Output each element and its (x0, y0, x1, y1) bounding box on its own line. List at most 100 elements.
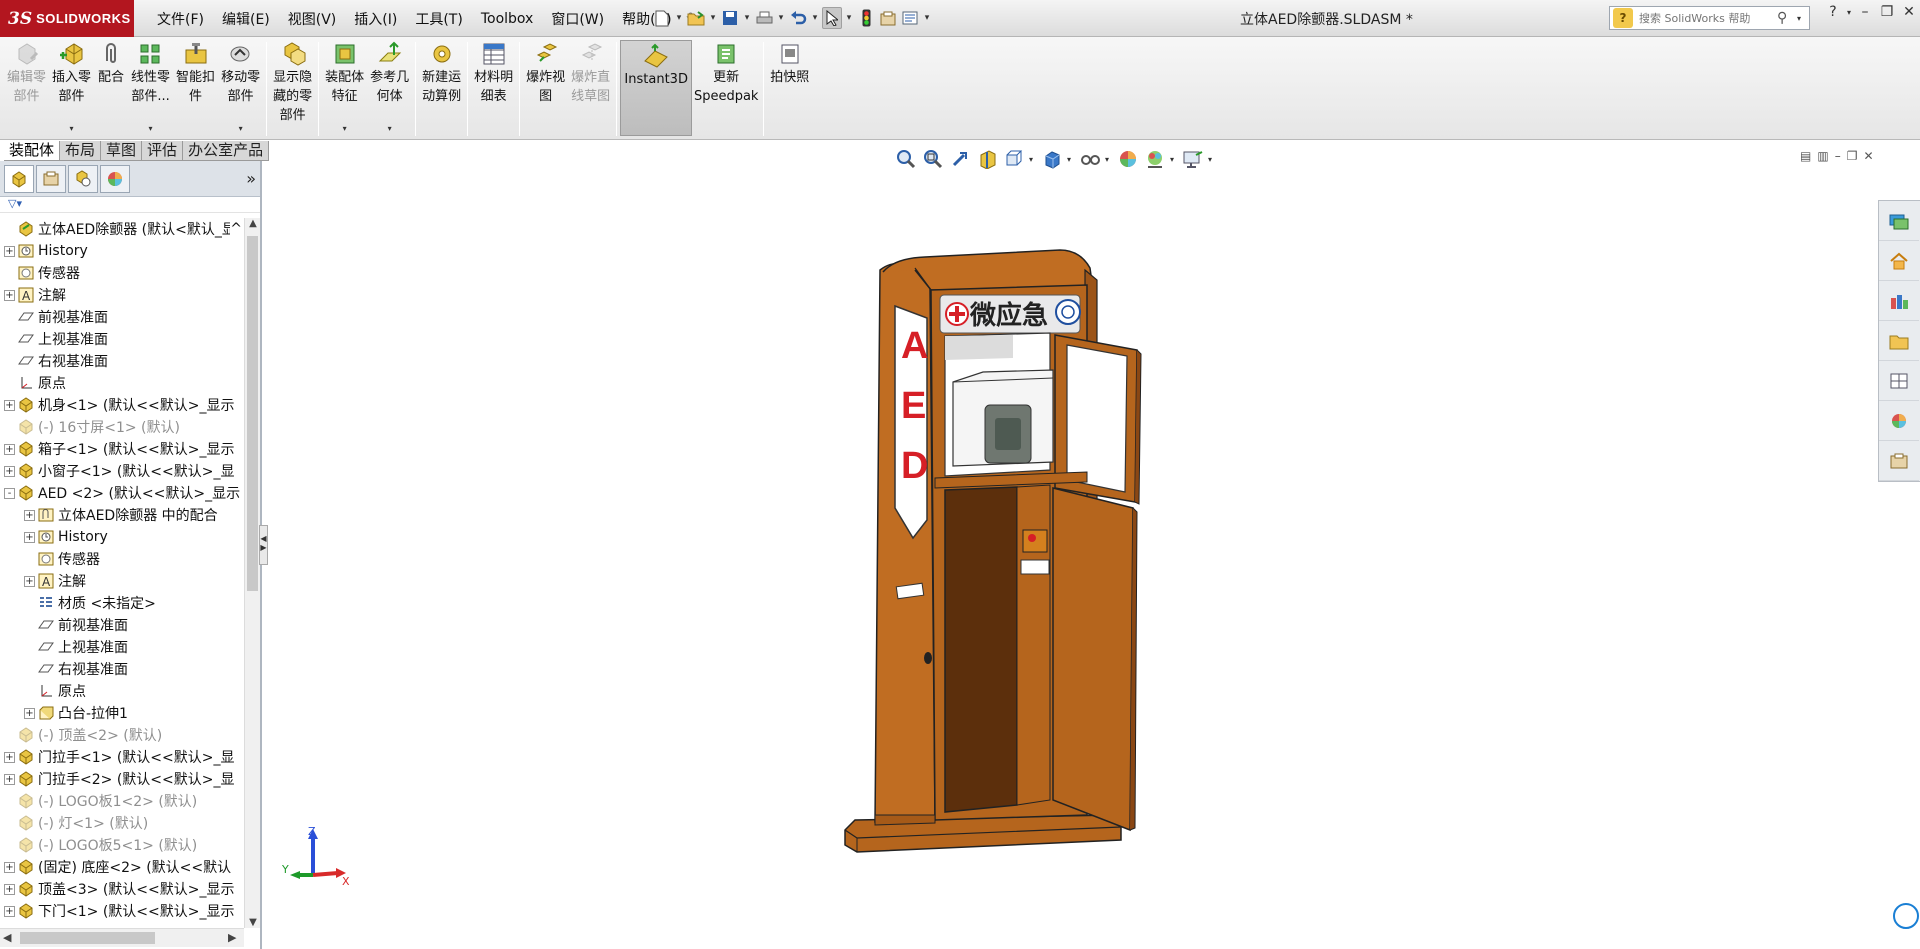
menu-insert[interactable]: 插入(I) (345, 9, 406, 29)
viewport-restore-icon[interactable]: ❐ (1847, 149, 1858, 163)
mate-button[interactable]: 配合 (94, 39, 128, 137)
smart-fasteners-button[interactable]: 智能扣 件 (173, 39, 218, 137)
previous-view-icon[interactable] (948, 147, 972, 171)
tree-node[interactable]: 材质 <未指定> (0, 592, 244, 614)
file-explorer-icon[interactable] (1879, 321, 1919, 361)
update-speedpak-button[interactable]: 更新 Speedpak (692, 39, 760, 137)
linear-pattern-dropdown-icon[interactable]: ▾ (149, 125, 153, 133)
help-search-box[interactable]: ? ⚲ ▾ (1609, 6, 1810, 30)
scroll-up-icon[interactable]: ▲ (245, 218, 261, 229)
move-component-button[interactable]: 移动零 部件 ▾ (218, 39, 263, 137)
tab-assembly[interactable]: 装配体 (4, 141, 61, 161)
tree-node[interactable]: 上视基准面 (0, 636, 244, 658)
tree-filter-icon[interactable]: ▽▾ (0, 197, 260, 213)
property-manager-tab-icon[interactable] (36, 164, 66, 193)
tree-node[interactable]: + 下门<1> (默认<<默认>_显示 (0, 900, 244, 922)
tree-node[interactable]: + History (0, 526, 244, 548)
new-dropdown-icon[interactable]: ▾ (674, 13, 684, 23)
scroll-down-icon[interactable]: ▼ (245, 917, 261, 928)
open-folder-icon[interactable] (686, 7, 706, 29)
new-document-icon[interactable] (652, 7, 672, 29)
apply-scene-icon[interactable] (1143, 147, 1167, 171)
display-style-dropdown-icon[interactable]: ▾ (1067, 155, 1075, 164)
tree-node[interactable]: + 顶盖<3> (默认<<默认>_显示 (0, 878, 244, 900)
hide-show-items-icon[interactable] (1078, 147, 1102, 171)
tab-office-products[interactable]: 办公室产品 (183, 141, 270, 161)
expand-plus-icon[interactable]: + (24, 707, 35, 719)
edit-part-button[interactable]: 编辑零 部件 (4, 39, 49, 137)
section-view-icon[interactable] (975, 147, 999, 171)
menu-edit[interactable]: 编辑(E) (213, 9, 279, 29)
file-properties-icon[interactable] (878, 7, 898, 29)
expand-plus-icon[interactable]: + (4, 465, 15, 477)
view-orientation-icon[interactable] (1002, 147, 1026, 171)
tab-evaluate[interactable]: 评估 (142, 141, 184, 161)
close-icon[interactable]: ✕ (1898, 4, 1920, 20)
tree-node[interactable]: (-) LOGO板5<1> (默认) (0, 834, 244, 856)
tree-node[interactable]: 传感器 (0, 262, 244, 284)
save-dropdown-icon[interactable]: ▾ (742, 13, 752, 23)
help-dropdown-icon[interactable]: ▾ (1844, 8, 1854, 17)
tree-node[interactable]: 前视基准面 (0, 306, 244, 328)
tree-node[interactable]: + 小窗子<1> (默认<<默认>_显 (0, 460, 244, 482)
custom-properties-icon[interactable] (1879, 441, 1919, 481)
tree-node[interactable]: 右视基准面 (0, 658, 244, 680)
assembly-features-button[interactable]: 装配体 特征 ▾ (322, 39, 367, 137)
expand-plus-icon[interactable]: + (4, 289, 15, 301)
menu-view[interactable]: 视图(V) (279, 9, 346, 29)
explode-line-sketch-button[interactable]: 爆炸直 线草图 (568, 39, 613, 137)
expand-plus-icon[interactable]: + (4, 773, 15, 785)
tab-layout[interactable]: 布局 (60, 141, 102, 161)
tree-node[interactable]: (-) 16寸屏<1> (默认) (0, 416, 244, 438)
panel-splitter-handle[interactable]: ◀ ▶ (259, 525, 268, 565)
exploded-view-button[interactable]: 爆炸视 图 (523, 39, 568, 137)
aed-cabinet-model[interactable]: 微应急 A E D (835, 240, 1195, 880)
horizontal-scroll-thumb[interactable] (20, 932, 155, 944)
tab-sketch[interactable]: 草图 (101, 141, 143, 161)
select-dropdown-icon[interactable]: ▾ (844, 13, 854, 23)
scroll-left-icon[interactable]: ◀ (3, 931, 11, 944)
edit-appearance-icon[interactable] (1116, 147, 1140, 171)
tree-node[interactable]: + 机身<1> (默认<<默认>_显示 (0, 394, 244, 416)
view-settings-dropdown-icon[interactable]: ▾ (1208, 155, 1216, 164)
search-dropdown-icon[interactable]: ▾ (1797, 14, 1809, 23)
display-manager-tab-icon[interactable] (100, 164, 130, 193)
collapse-minus-icon[interactable]: - (4, 487, 15, 499)
expand-plus-icon[interactable]: + (4, 883, 15, 895)
menu-window[interactable]: 窗口(W) (542, 9, 613, 29)
expand-plus-icon[interactable]: + (4, 245, 15, 257)
reference-geometry-button[interactable]: 参考几 何体 ▾ (367, 39, 412, 137)
tree-node[interactable]: 传感器 (0, 548, 244, 570)
scroll-right-icon[interactable]: ▶ (228, 931, 236, 944)
tree-node[interactable]: (-) LOGO板1<2> (默认) (0, 790, 244, 812)
options-icon[interactable] (900, 7, 920, 29)
expand-plus-icon[interactable]: + (24, 531, 35, 543)
insert-parts-dropdown-icon[interactable]: ▾ (70, 125, 74, 133)
expand-plus-icon[interactable]: + (4, 443, 15, 455)
open-dropdown-icon[interactable]: ▾ (708, 13, 718, 23)
configuration-manager-tab-icon[interactable] (68, 164, 98, 193)
tree-caret-icon[interactable]: ^ (230, 221, 244, 237)
viewport-close-icon[interactable]: ✕ (1863, 149, 1873, 163)
expand-plus-icon[interactable]: + (24, 509, 35, 521)
solidworks-resources-icon[interactable] (1879, 201, 1919, 241)
apply-scene-dropdown-icon[interactable]: ▾ (1170, 155, 1178, 164)
tree-vertical-scrollbar[interactable]: ▲ ▼ (244, 218, 260, 928)
magnifier-icon[interactable]: ⚲ (1777, 10, 1797, 26)
menu-tools[interactable]: 工具(T) (406, 9, 471, 29)
insert-parts-button[interactable]: 插入零 部件 ▾ (49, 39, 94, 137)
tree-node[interactable]: - AED <2> (默认<<默认>_显示 (0, 482, 244, 504)
rebuild-traffic-light-icon[interactable] (856, 7, 876, 29)
options-dropdown-icon[interactable]: ▾ (922, 13, 932, 23)
tree-node[interactable]: 原点 (0, 680, 244, 702)
vertical-scroll-thumb[interactable] (247, 236, 258, 591)
solidworks-logo[interactable]: 3S SOLIDWORKS (0, 0, 134, 37)
undo-icon[interactable] (788, 7, 808, 29)
undo-dropdown-icon[interactable]: ▾ (810, 13, 820, 23)
expand-plus-icon[interactable]: + (4, 751, 15, 763)
viewport-minimize-icon[interactable]: – (1835, 149, 1841, 163)
reference-geometry-dropdown-icon[interactable]: ▾ (388, 125, 392, 133)
tree-node[interactable]: + A 注解 (0, 284, 244, 306)
select-arrow-icon[interactable] (822, 7, 842, 29)
view-settings-icon[interactable] (1181, 147, 1205, 171)
